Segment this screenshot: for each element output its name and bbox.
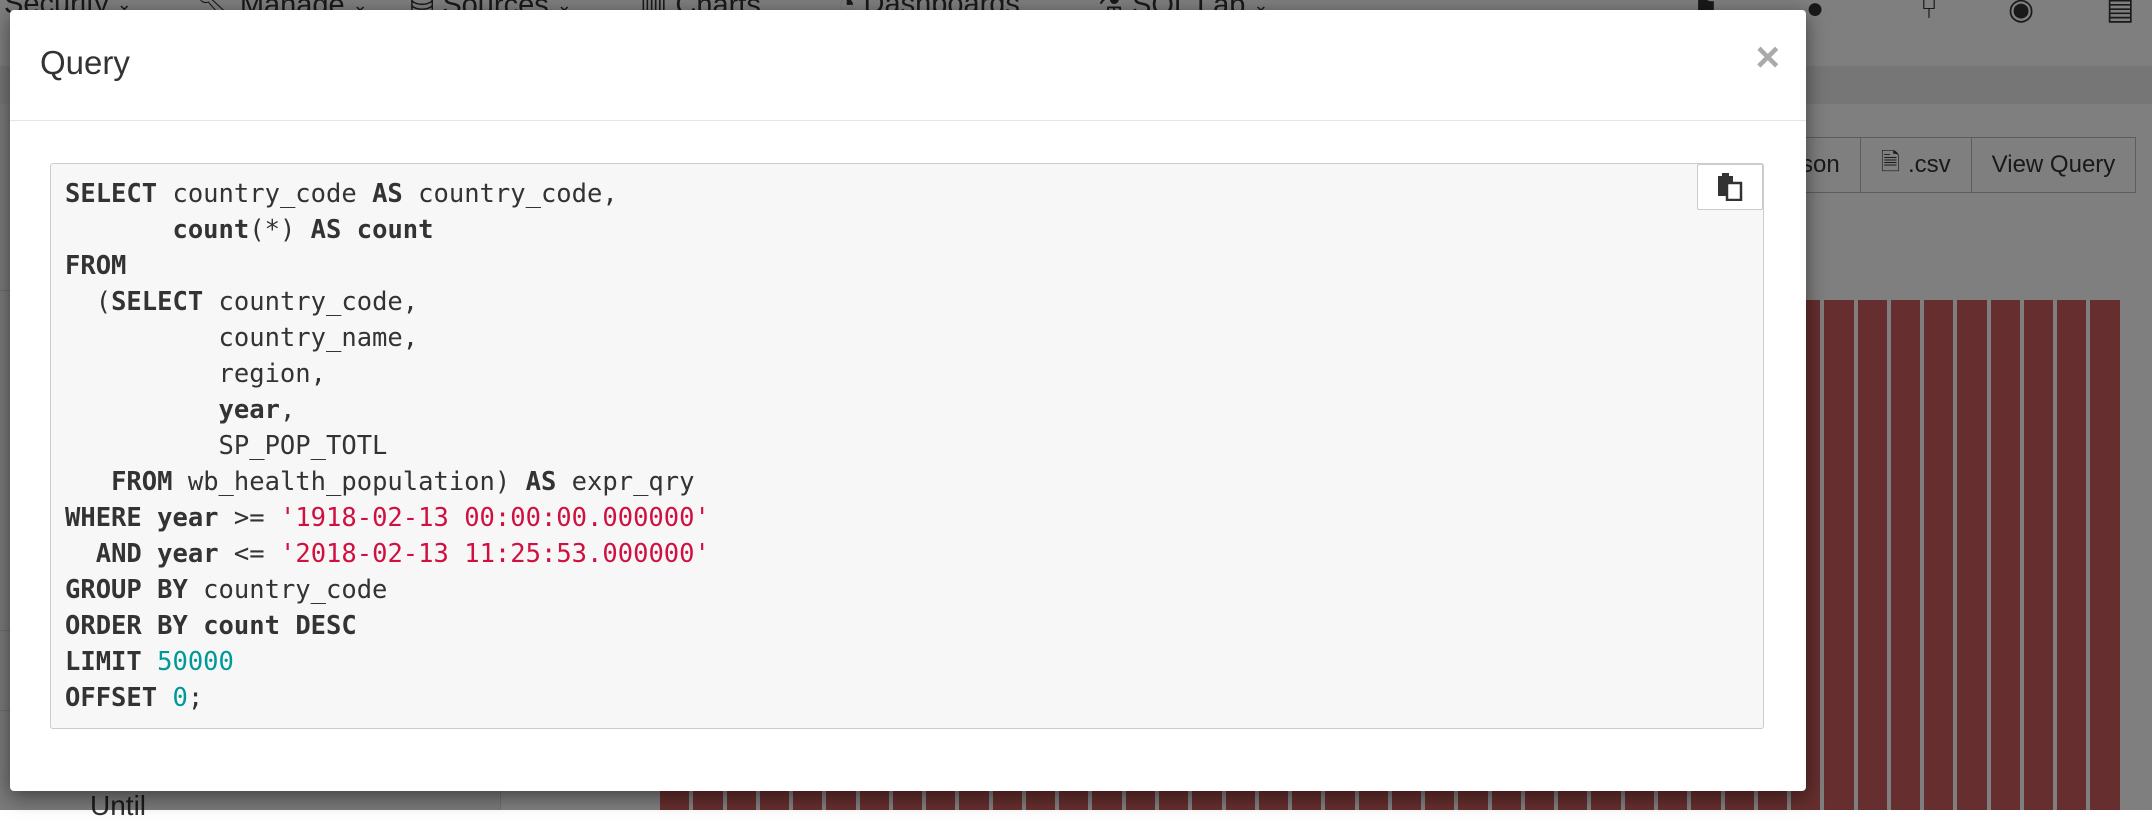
sql-token: SELECT (111, 287, 204, 317)
sql-token: count (356, 215, 434, 245)
sql-token: wb_health_population) (172, 467, 526, 497)
clipboard-icon (1718, 173, 1743, 201)
sql-token: FROM (111, 467, 173, 497)
sql-code-block: SELECT country_code AS country_code, cou… (50, 163, 1764, 729)
sql-token: 50000 (157, 647, 234, 677)
sql-token: AS (372, 179, 403, 209)
sql-token: country_code, (203, 287, 419, 317)
sql-token: >= (218, 503, 280, 533)
sql-token: AS (310, 215, 342, 245)
sql-token: LIMIT (65, 647, 142, 677)
sql-token: (*) (249, 215, 311, 245)
sql-token: year (218, 395, 280, 425)
sql-token: year (157, 503, 219, 533)
sql-token: count (203, 611, 280, 641)
sql-token: '2018-02-13 11:25:53.000000' (279, 539, 710, 569)
copy-to-clipboard-button[interactable] (1697, 164, 1763, 210)
sql-token: country_code (157, 179, 373, 209)
sql-token: AND (95, 539, 142, 569)
sql-token: ORDER BY (65, 611, 188, 641)
sql-token: country_name, (65, 323, 419, 353)
sql-token: <= (218, 539, 280, 569)
sql-token: expr_qry (556, 467, 695, 497)
sql-token: GROUP BY (65, 575, 188, 605)
sql-token: ; (187, 683, 204, 713)
close-button[interactable]: × (1755, 36, 1780, 78)
sql-token: region, (65, 359, 326, 389)
sql-token: country_code, (402, 179, 618, 209)
sql-token: country_code (187, 575, 388, 605)
sql-token: year (157, 539, 219, 569)
sql-token: AS (525, 467, 557, 497)
sql-token: DESC (295, 611, 357, 641)
sql-token: SELECT (65, 179, 158, 209)
sql-token: '1918-02-13 00:00:00.000000' (279, 503, 710, 533)
sql-token: WHERE (65, 503, 142, 533)
modal-header: Query × (10, 10, 1806, 121)
sql-token: 0 (172, 683, 188, 713)
sql-token: SP_POP_TOTL (65, 431, 388, 461)
sql-token: FROM (65, 251, 127, 281)
query-modal: Query × SELECT country_code AS country_c… (10, 10, 1806, 791)
sql-text: SELECT country_code AS country_code, cou… (65, 176, 710, 716)
modal-title: Query (40, 44, 130, 81)
sql-token: , (279, 395, 296, 425)
sql-token: ( (65, 287, 112, 317)
sql-token: OFFSET (65, 683, 158, 713)
sql-token: count (172, 215, 250, 245)
